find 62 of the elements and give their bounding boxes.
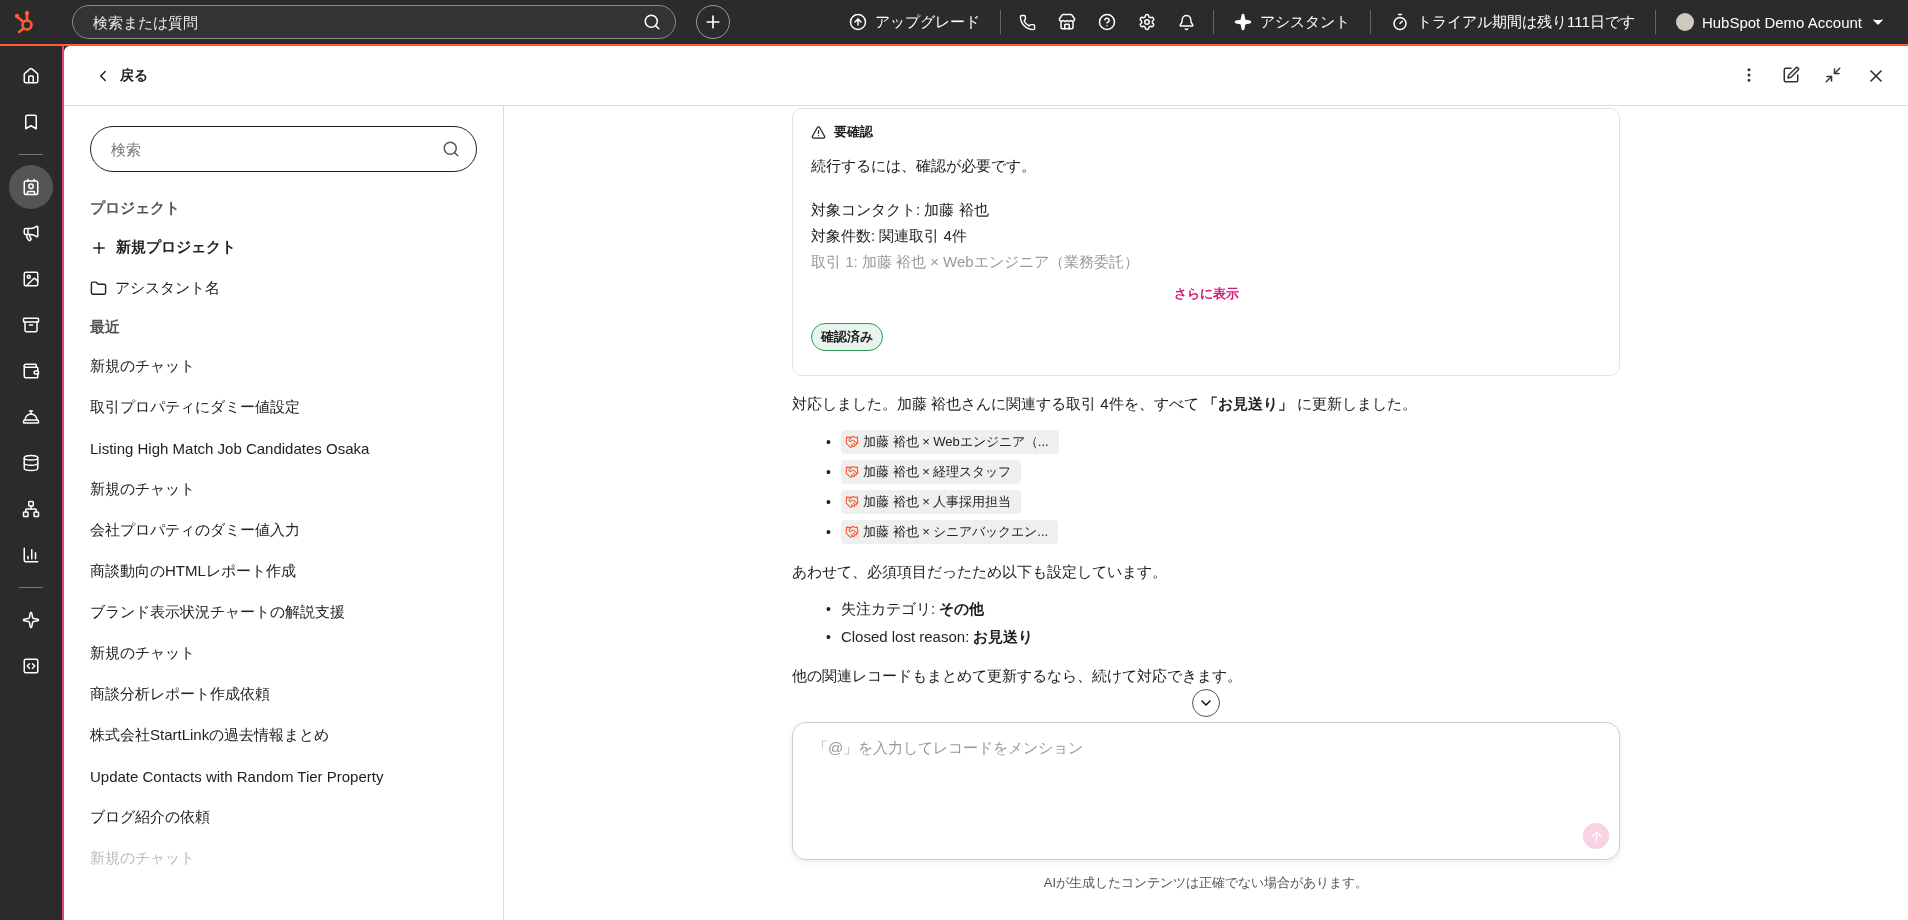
handshake-icon bbox=[844, 525, 859, 539]
account-menu[interactable]: HubSpot Demo Account bbox=[1669, 9, 1892, 35]
show-more-link[interactable]: さらに表示 bbox=[1171, 283, 1241, 305]
bullet: • bbox=[826, 523, 831, 542]
status-badge: 確認済み bbox=[811, 323, 883, 351]
scroll-down-button[interactable] bbox=[1192, 689, 1220, 717]
closing-text: 他の関連レコードもまとめて更新するなら、続けて対応できます。 bbox=[792, 666, 1243, 686]
bullet: • bbox=[826, 493, 831, 512]
chat-history-item[interactable]: 新規のチャット bbox=[90, 469, 477, 510]
chat-history-item[interactable]: Listing High Match Job Candidates Osaka bbox=[90, 428, 477, 469]
upgrade-link[interactable]: アップグレード bbox=[843, 8, 987, 36]
project-folder[interactable]: アシスタント名 bbox=[90, 268, 477, 309]
back-link[interactable]: 戻る bbox=[90, 62, 152, 89]
detail-line: 対象コンタクト: 加藤 裕也 bbox=[811, 200, 990, 220]
contact-book-icon[interactable] bbox=[9, 165, 53, 209]
handshake-icon bbox=[844, 435, 859, 449]
section-heading: プロジェクト bbox=[90, 198, 181, 218]
search-icon bbox=[442, 140, 460, 158]
warning-icon bbox=[811, 124, 826, 140]
deal-chip[interactable]: 加藤 裕也 × 経理スタッフ bbox=[840, 460, 1022, 484]
chat-history-item[interactable]: ブランド表示状況チャートの解説支援 bbox=[90, 592, 477, 633]
avatar bbox=[1675, 13, 1694, 31]
bullet: • bbox=[826, 600, 831, 619]
message-input[interactable]: 「@」を入力してレコードをメンション bbox=[792, 722, 1620, 860]
chat-history-item[interactable]: 新規のチャット bbox=[90, 633, 477, 674]
note-text: あわせて、必須項目だったため以下も設定しています。 bbox=[792, 562, 1168, 582]
section-heading: 最近 bbox=[90, 317, 121, 337]
upgrade-icon bbox=[849, 13, 868, 31]
timer-icon bbox=[1391, 13, 1410, 31]
trial-button[interactable]: トライアル期間は残り111日です bbox=[1385, 8, 1641, 36]
chat-history-item[interactable]: 会社プロパティのダミー値入力 bbox=[90, 510, 477, 551]
handshake-icon bbox=[844, 495, 859, 509]
reply-text: 対応しました。加藤 裕也さんに関連する取引 4件を、すべて 「お見送り」 に更新しました。 bbox=[792, 394, 1419, 414]
logo-icon[interactable] bbox=[14, 10, 36, 34]
assistant-button[interactable]: アシスタント bbox=[1228, 8, 1357, 36]
field-text: Closed lost reason: お見送り bbox=[840, 627, 1034, 647]
search-icon bbox=[643, 13, 661, 31]
detail-line: 取引 1: 加藤 裕也 × Webエンジニア（業務委託） bbox=[811, 252, 1140, 272]
card-message: 続行するには、確認が必要です。 bbox=[811, 156, 1037, 176]
chat-history-item[interactable]: 株式会社StartLinkの過去情報まとめ bbox=[90, 715, 477, 756]
folder-icon bbox=[90, 280, 107, 297]
handshake-icon bbox=[844, 465, 859, 479]
disclaimer-text: AIが生成したコンテンツは正確でない場合があります。 bbox=[1042, 874, 1370, 892]
chat-history-item[interactable]: 商談分析レポート作成依頼 bbox=[90, 674, 477, 715]
search-input[interactable]: 検索または質問 bbox=[91, 12, 643, 32]
bullet: • bbox=[826, 628, 831, 647]
chat-history-item[interactable]: ブログ紹介の依頼 bbox=[90, 797, 477, 838]
card-title: 要確認 bbox=[834, 123, 873, 141]
sparkle-icon bbox=[1234, 13, 1253, 31]
deal-chip[interactable]: 加藤 裕也 × 人事採用担当 bbox=[840, 490, 1022, 514]
new-project-button[interactable]: 新規プロジェクト bbox=[90, 227, 477, 268]
bullet: • bbox=[826, 433, 831, 452]
detail-line: 対象件数: 関連取引 4件 bbox=[811, 226, 968, 246]
chat-history-item[interactable]: 商談動向のHTMLレポート作成 bbox=[90, 551, 477, 592]
field-text: 失注カテゴリ: その他 bbox=[840, 599, 985, 619]
deal-chip[interactable]: 加藤 裕也 × シニアバックエン... bbox=[840, 520, 1059, 544]
chat-history-item[interactable]: 取引プロパティにダミー値設定 bbox=[90, 387, 477, 428]
deal-chip[interactable]: 加藤 裕也 × Webエンジニア（... bbox=[840, 430, 1059, 454]
search-field[interactable]: 検索または質問 bbox=[72, 5, 676, 39]
bullet: • bbox=[826, 463, 831, 482]
chat-history-item[interactable]: 新規のチャット bbox=[90, 346, 477, 387]
chat-history-item[interactable]: Update Contacts with Random Tier Property bbox=[90, 756, 477, 797]
